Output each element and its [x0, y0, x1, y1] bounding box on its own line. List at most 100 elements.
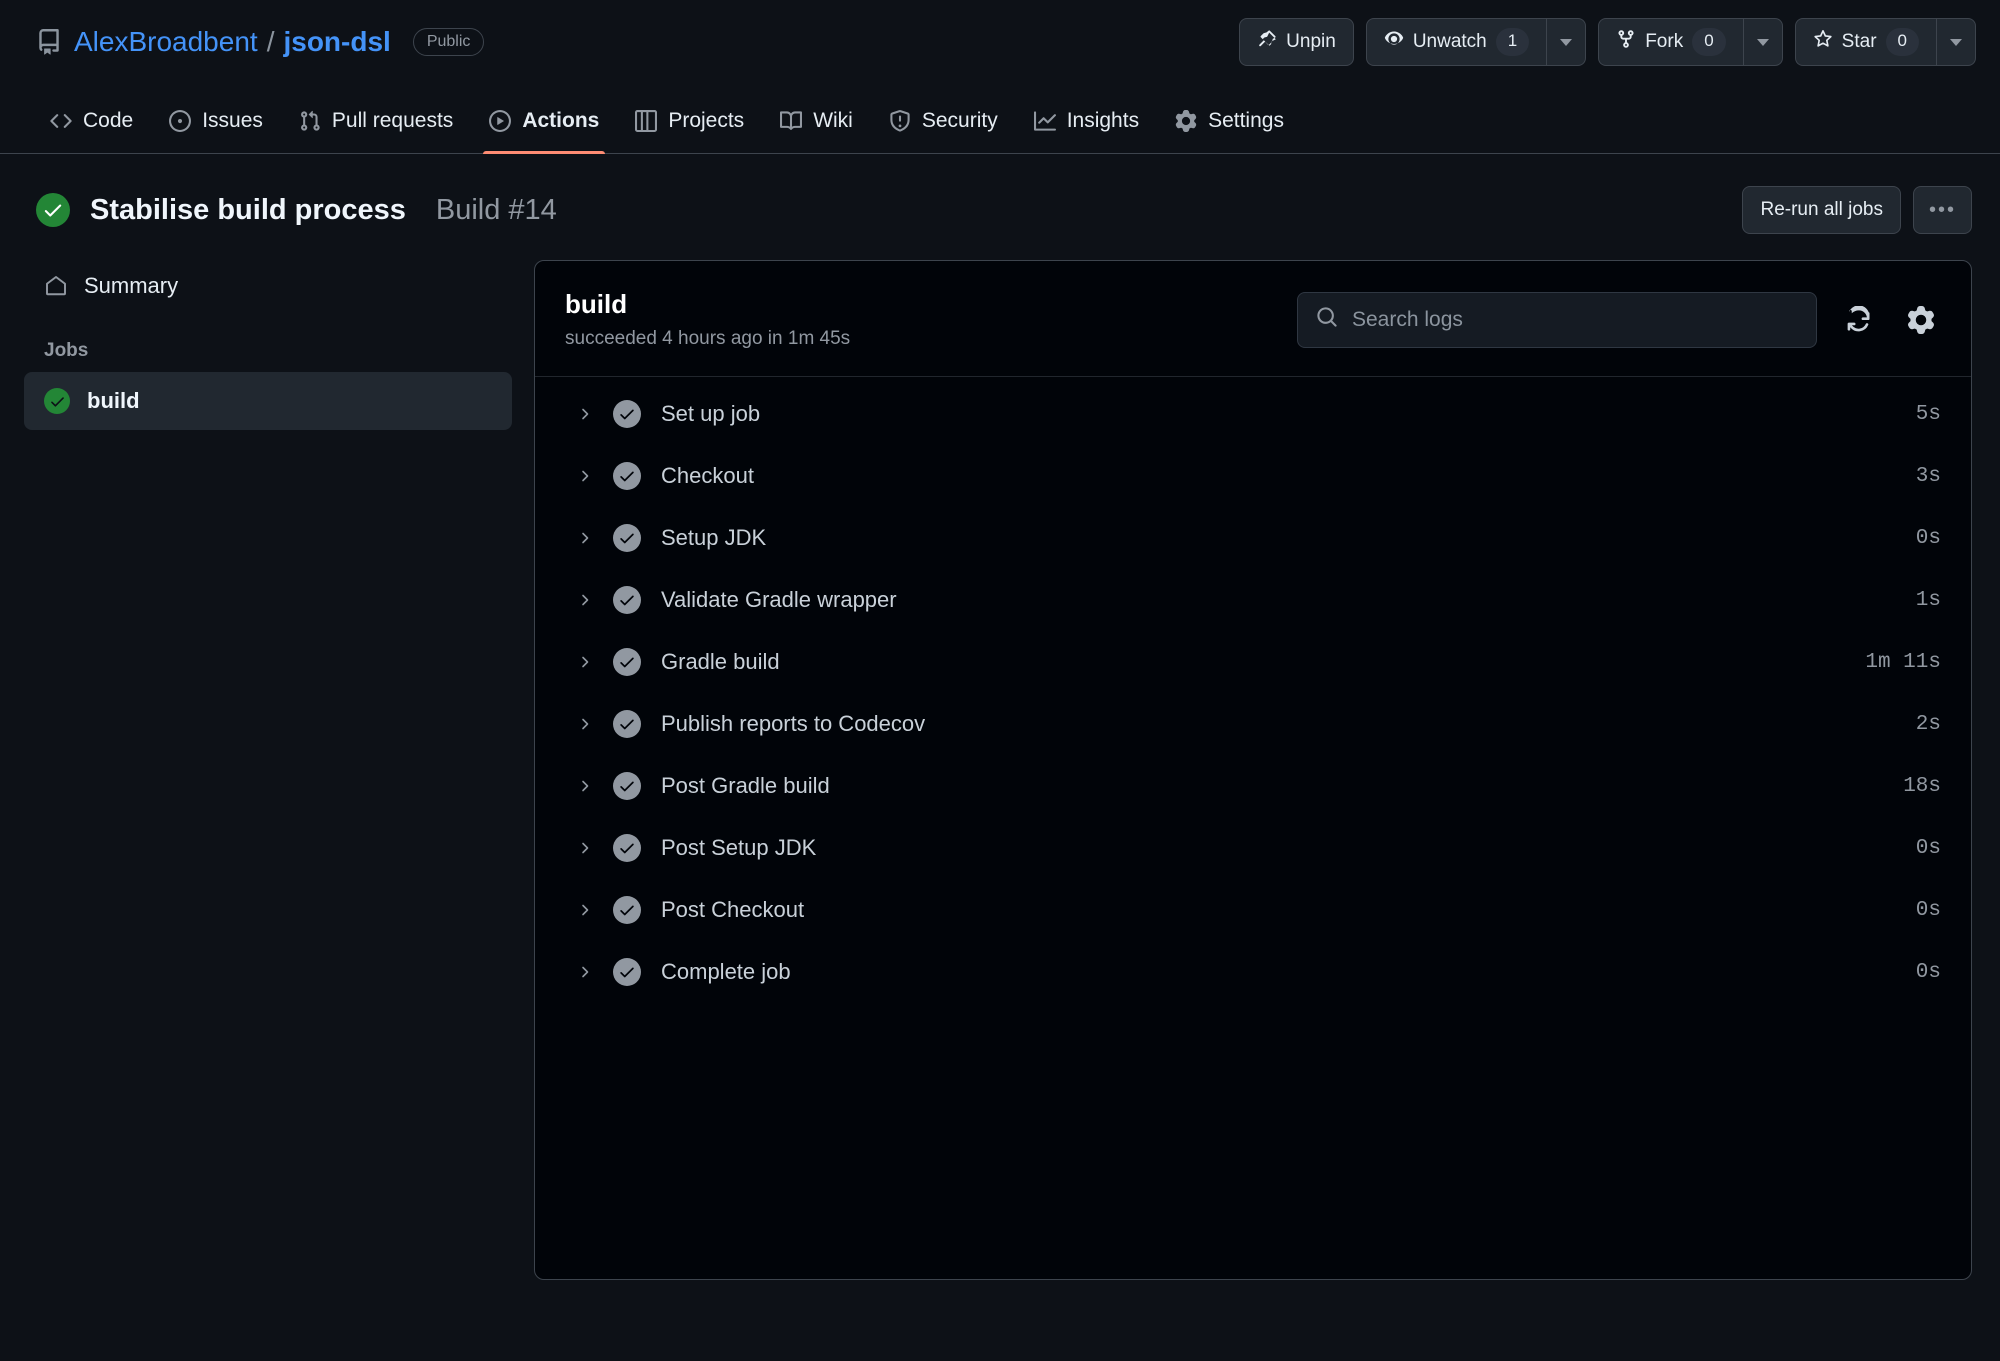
- step-duration: 0s: [1915, 960, 1941, 984]
- job-step-row[interactable]: Gradle build 1m 11s: [535, 631, 1971, 693]
- job-step-row[interactable]: Set up job 5s: [535, 383, 1971, 445]
- step-duration: 5s: [1915, 402, 1941, 426]
- star-button[interactable]: Star 0: [1794, 18, 1936, 66]
- chevron-right-icon[interactable]: [577, 405, 593, 423]
- job-log-title-block: build succeeded 4 hours ago in 1m 45s: [565, 289, 850, 350]
- chevron-right-icon[interactable]: [577, 529, 593, 547]
- repo-header: AlexBroadbent / json-dsl Public Unpin Un…: [0, 0, 2000, 80]
- chevron-right-icon[interactable]: [577, 839, 593, 857]
- tab-pull-requests[interactable]: Pull requests: [285, 99, 467, 153]
- job-step-row[interactable]: Publish reports to Codecov 2s: [535, 693, 1971, 755]
- chevron-right-icon[interactable]: [577, 901, 593, 919]
- step-duration: 1m 11s: [1865, 650, 1941, 674]
- tab-settings[interactable]: Settings: [1161, 99, 1298, 153]
- breadcrumb-separator: /: [266, 26, 275, 57]
- star-dropdown-button[interactable]: [1936, 18, 1976, 66]
- sidebar-item-summary[interactable]: Summary: [24, 260, 512, 312]
- job-name: build: [565, 289, 628, 319]
- star-count: 0: [1885, 28, 1919, 56]
- re-run-all-jobs-label: Re-run all jobs: [1760, 199, 1883, 220]
- visibility-badge: Public: [412, 27, 485, 57]
- tab-wiki[interactable]: Wiki: [766, 99, 867, 153]
- search-logs-input[interactable]: [1352, 307, 1798, 332]
- log-settings-button[interactable]: [1901, 300, 1941, 340]
- fork-label: Fork: [1645, 31, 1684, 52]
- step-duration: 2s: [1915, 712, 1941, 736]
- step-name: Validate Gradle wrapper: [661, 587, 897, 612]
- job-step-row[interactable]: Setup JDK 0s: [535, 507, 1971, 569]
- home-icon: [44, 274, 68, 298]
- step-status-success-icon: [613, 896, 641, 924]
- unwatch-dropdown-button[interactable]: [1546, 18, 1587, 66]
- tab-projects[interactable]: Projects: [621, 99, 758, 153]
- tab-settings-label: Settings: [1208, 109, 1284, 132]
- run-status-success-icon: [36, 193, 70, 227]
- chevron-right-icon[interactable]: [577, 467, 593, 485]
- refresh-logs-button[interactable]: [1839, 300, 1879, 340]
- step-status-success-icon: [613, 462, 641, 490]
- unwatch-label: Unwatch: [1412, 31, 1487, 52]
- tab-issues[interactable]: Issues: [155, 99, 277, 153]
- run-body: Summary Jobs build build succeeded 4 hou…: [0, 260, 2000, 1280]
- job-step-row[interactable]: Complete job 0s: [535, 941, 1971, 1003]
- job-step-row[interactable]: Post Checkout 0s: [535, 879, 1971, 941]
- unwatch-count: 1: [1495, 28, 1530, 56]
- tab-code[interactable]: Code: [36, 99, 147, 153]
- chevron-right-icon[interactable]: [577, 715, 593, 733]
- step-status-success-icon: [613, 586, 641, 614]
- repo-action-buttons: Unpin Unwatch 1 Fork 0 Star 0: [1239, 18, 1976, 66]
- sidebar-item-job-build[interactable]: build: [24, 372, 512, 430]
- step-status-success-icon: [613, 524, 641, 552]
- project-icon: [635, 110, 658, 132]
- page-title: Stabilise build process: [90, 193, 406, 226]
- job-step-row[interactable]: Checkout 3s: [535, 445, 1971, 507]
- graph-icon: [1033, 110, 1056, 132]
- chevron-right-icon[interactable]: [577, 963, 593, 981]
- step-status-success-icon: [613, 648, 641, 676]
- step-duration: 0s: [1915, 836, 1941, 860]
- repo-name-link[interactable]: json-dsl: [283, 26, 390, 58]
- step-duration: 18s: [1903, 774, 1941, 798]
- unpin-label: Unpin: [1286, 31, 1336, 52]
- shield-icon: [889, 110, 911, 132]
- tab-security-label: Security: [921, 109, 998, 132]
- play-icon: [489, 110, 512, 132]
- eye-icon: [1384, 29, 1404, 55]
- tab-issues-label: Issues: [202, 109, 263, 132]
- fork-button-group: Fork 0: [1598, 18, 1783, 66]
- unwatch-button-group: Unwatch 1: [1365, 18, 1587, 66]
- sidebar-section-jobs: Jobs: [44, 340, 89, 361]
- search-icon: [1316, 306, 1338, 333]
- job-step-row[interactable]: Validate Gradle wrapper 1s: [535, 569, 1971, 631]
- step-name: Setup JDK: [661, 525, 767, 550]
- job-step-row[interactable]: Post Gradle build 18s: [535, 755, 1971, 817]
- tab-projects-label: Projects: [668, 109, 745, 132]
- chevron-right-icon[interactable]: [577, 653, 593, 671]
- step-duration: 0s: [1915, 526, 1941, 550]
- more-options-button[interactable]: •••: [1912, 186, 1972, 234]
- step-name: Post Checkout: [661, 897, 805, 922]
- re-run-all-jobs-button[interactable]: Re-run all jobs: [1742, 186, 1901, 234]
- chevron-right-icon[interactable]: [577, 777, 593, 795]
- fork-button[interactable]: Fork 0: [1598, 18, 1743, 66]
- step-status-success-icon: [613, 834, 641, 862]
- run-number: Build #14: [435, 193, 557, 226]
- step-status-success-icon: [613, 400, 641, 428]
- gear-icon: [1175, 110, 1197, 132]
- star-label: Star: [1841, 31, 1877, 52]
- chevron-right-icon[interactable]: [577, 591, 593, 609]
- search-logs-box[interactable]: [1297, 291, 1817, 348]
- breadcrumb: AlexBroadbent / json-dsl: [74, 26, 391, 58]
- chevron-down-icon: [1950, 38, 1962, 46]
- unwatch-button[interactable]: Unwatch 1: [1365, 18, 1547, 66]
- tab-security[interactable]: Security: [875, 99, 1012, 153]
- tab-actions[interactable]: Actions: [475, 99, 613, 154]
- job-step-row[interactable]: Post Setup JDK 0s: [535, 817, 1971, 879]
- fork-dropdown-button[interactable]: [1742, 18, 1783, 66]
- step-duration: 3s: [1915, 464, 1941, 488]
- book-icon: [780, 110, 803, 132]
- repo-nav-tabs: Code Issues Pull requests Actions Projec…: [0, 80, 2000, 154]
- repo-owner-link[interactable]: AlexBroadbent: [74, 26, 258, 58]
- unpin-button[interactable]: Unpin: [1239, 18, 1354, 66]
- tab-insights[interactable]: Insights: [1020, 99, 1153, 153]
